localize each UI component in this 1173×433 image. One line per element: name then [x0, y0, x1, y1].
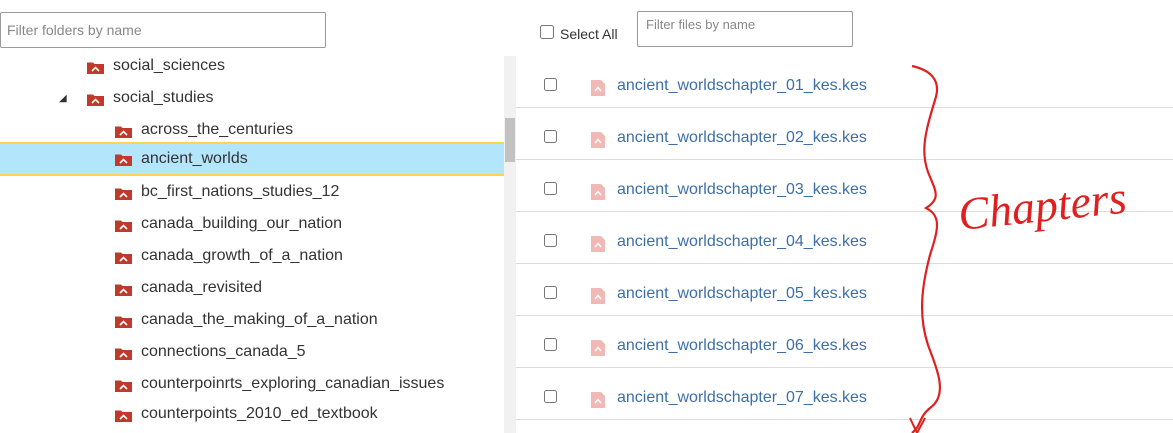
tree-item-canada-revisited[interactable]: canada_revisited	[0, 272, 504, 304]
folder-icon	[115, 252, 132, 264]
file-icon	[591, 80, 605, 96]
tree-item-label: bc_first_nations_studies_12	[141, 183, 340, 200]
file-row[interactable]: ancient_worldschapter_05_kes.kes	[516, 264, 1173, 316]
file-row[interactable]: ancient_worldschapter_04_kes.kes	[516, 212, 1173, 264]
folder-icon	[115, 410, 132, 422]
folder-icon	[115, 154, 132, 166]
file-icon	[591, 392, 605, 408]
folder-tree: social_sciences ◢ social_studies across_…	[0, 56, 516, 433]
tree-item-label: ancient_worlds	[141, 150, 248, 167]
file-icon	[591, 132, 605, 148]
file-row[interactable]: ancient_worldschapter_07_kes.kes	[516, 368, 1173, 420]
file-checkbox[interactable]	[544, 130, 557, 143]
file-row[interactable]: ancient_worldschapter_02_kes.kes	[516, 108, 1173, 160]
tree-item-label: counterpoinrts_exploring_canadian_issues	[141, 375, 445, 392]
file-link[interactable]: ancient_worldschapter_07_kes.kes	[617, 389, 867, 407]
select-all-checkbox[interactable]	[540, 25, 554, 39]
file-checkbox[interactable]	[544, 286, 557, 299]
tree-item-bc-first-nations-studies-12[interactable]: bc_first_nations_studies_12	[0, 176, 504, 208]
file-checkbox[interactable]	[544, 182, 557, 195]
select-all-label: Select All	[560, 26, 618, 42]
file-link[interactable]: ancient_worldschapter_02_kes.kes	[617, 129, 867, 147]
file-row[interactable]: ancient_worldschapter_03_kes.kes	[516, 160, 1173, 212]
tree-item-social-studies[interactable]: ◢ social_studies	[0, 82, 504, 114]
tree-item-label: counterpoints_2010_ed_textbook	[141, 405, 378, 422]
file-checkbox[interactable]	[544, 338, 557, 351]
folder-icon	[115, 316, 132, 328]
file-icon	[591, 340, 605, 356]
tree-item-label: canada_revisited	[141, 279, 262, 296]
folder-filter-input[interactable]	[0, 12, 326, 48]
tree-item-label: social_sciences	[113, 57, 226, 74]
tree-item-canada-the-making-of-a-nation[interactable]: canada_the_making_of_a_nation	[0, 304, 504, 336]
file-checkbox[interactable]	[544, 78, 557, 91]
tree-scrollbar-thumb[interactable]	[505, 118, 515, 162]
file-link[interactable]: ancient_worldschapter_01_kes.kes	[617, 77, 867, 95]
tree-item-ancient-worlds[interactable]: ancient_worlds	[0, 142, 504, 176]
file-checkbox[interactable]	[544, 390, 557, 403]
tree-item-canada-growth-of-a-nation[interactable]: canada_growth_of_a_nation	[0, 240, 504, 272]
file-list: ancient_worldschapter_01_kes.kes ancient…	[516, 56, 1173, 433]
file-row[interactable]: ancient_worldschapter_01_kes.kes	[516, 56, 1173, 108]
tree-item-counterpoinrts-exploring-canadian-issues[interactable]: counterpoinrts_exploring_canadian_issues	[0, 368, 504, 400]
tree-item-label: canada_building_our_nation	[141, 215, 343, 232]
file-icon	[591, 288, 605, 304]
select-all-control[interactable]: Select All	[540, 22, 618, 42]
tree-scrollbar[interactable]	[504, 56, 516, 433]
folder-icon	[115, 284, 132, 296]
folder-icon	[87, 94, 104, 106]
folder-icon	[115, 126, 132, 138]
folder-icon	[115, 220, 132, 232]
tree-item-canada-building-our-nation[interactable]: canada_building_our_nation	[0, 208, 504, 240]
folder-icon	[87, 62, 104, 74]
file-icon	[591, 184, 605, 200]
tree-item-label: canada_growth_of_a_nation	[141, 247, 343, 264]
file-link[interactable]: ancient_worldschapter_04_kes.kes	[617, 233, 867, 251]
expanded-caret-icon[interactable]: ◢	[59, 93, 67, 104]
folder-icon	[115, 348, 132, 360]
folder-icon	[115, 188, 132, 200]
tree-item-connections-canada-5[interactable]: connections_canada_5	[0, 336, 504, 368]
tree-item-label: social_studies	[113, 89, 214, 106]
file-icon	[591, 236, 605, 252]
file-row[interactable]: ancient_worldschapter_06_kes.kes	[516, 316, 1173, 368]
file-link[interactable]: ancient_worldschapter_06_kes.kes	[617, 337, 867, 355]
file-checkbox[interactable]	[544, 234, 557, 247]
file-link[interactable]: ancient_worldschapter_05_kes.kes	[617, 285, 867, 303]
tree-item-label: canada_the_making_of_a_nation	[141, 311, 378, 328]
tree-item-label: connections_canada_5	[141, 343, 306, 360]
tree-item-label: across_the_centuries	[141, 121, 294, 138]
folder-icon	[115, 380, 132, 392]
file-filter-input[interactable]	[637, 11, 853, 47]
tree-item-social-sciences[interactable]: social_sciences	[0, 56, 504, 82]
tree-item-counterpoints-2010-ed-textbook[interactable]: counterpoints_2010_ed_textbook	[0, 398, 504, 430]
file-link[interactable]: ancient_worldschapter_03_kes.kes	[617, 181, 867, 199]
